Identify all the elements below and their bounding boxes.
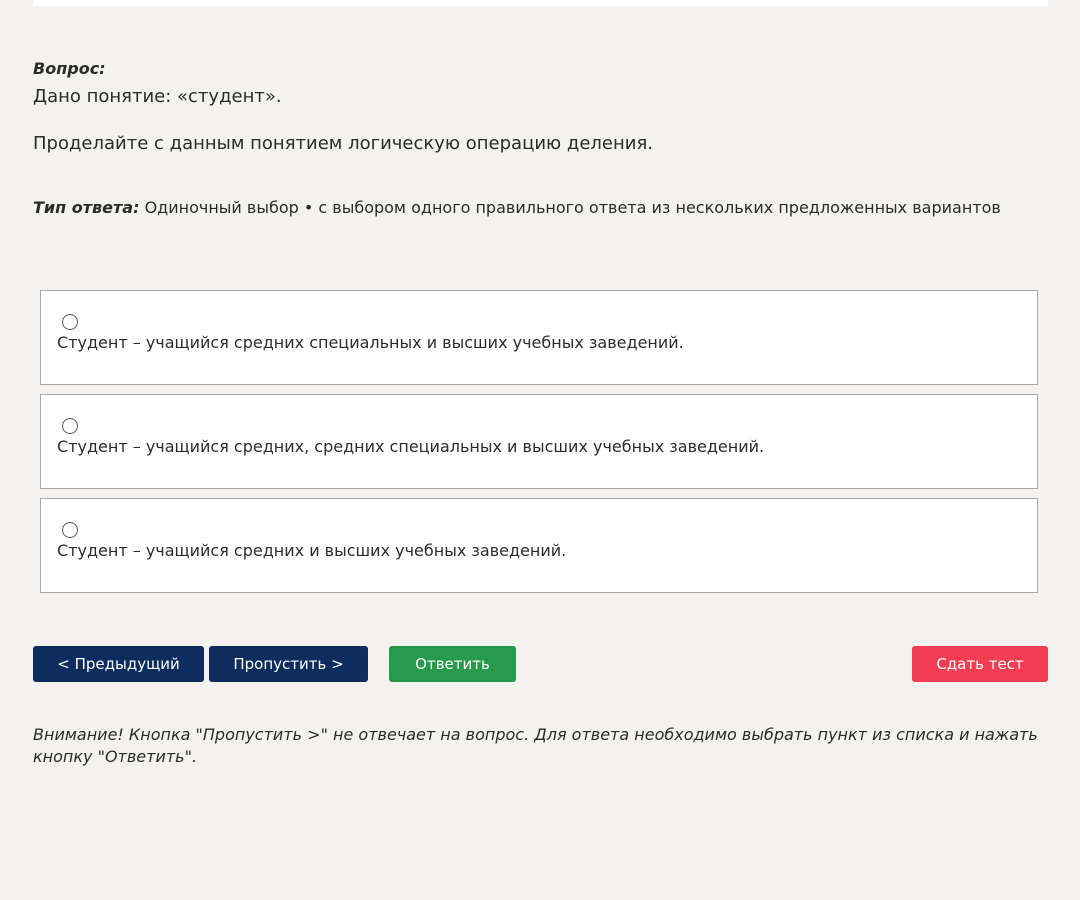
answer-option-3[interactable]: Студент – учащийся средних и высших учеб…	[40, 498, 1038, 593]
previous-button[interactable]: < Предыдущий	[33, 646, 204, 682]
question-label: Вопрос:	[33, 59, 106, 78]
question-text-line-2: Проделайте с данным понятием логическую …	[33, 133, 654, 154]
answer-option-1[interactable]: Студент – учащийся средних специальных и…	[40, 290, 1038, 385]
question-text-line-1: Дано понятие: «студент».	[33, 86, 282, 107]
option-2-text[interactable]: Студент – учащийся средних, средних спец…	[57, 437, 764, 456]
answer-button[interactable]: Ответить	[389, 646, 516, 682]
answer-type: Тип ответа: Одиночный выбор • с выбором …	[33, 198, 1001, 217]
answer-type-label: Тип ответа:	[33, 198, 140, 217]
skip-button[interactable]: Пропустить >	[209, 646, 368, 682]
option-1-text[interactable]: Студент – учащийся средних специальных и…	[57, 333, 684, 352]
option-1-radio[interactable]	[62, 314, 78, 330]
skip-warning-notice: Внимание! Кнопка "Пропустить >" не отвеч…	[33, 725, 1038, 766]
answer-option-2[interactable]: Студент – учащийся средних, средних спец…	[40, 394, 1038, 489]
answer-type-value: Одиночный выбор • с выбором одного прави…	[144, 198, 1001, 217]
top-panel-edge	[33, 0, 1048, 6]
option-3-text[interactable]: Студент – учащийся средних и высших учеб…	[57, 541, 566, 560]
option-2-radio[interactable]	[62, 418, 78, 434]
submit-test-button[interactable]: Сдать тест	[912, 646, 1048, 682]
option-3-radio[interactable]	[62, 522, 78, 538]
